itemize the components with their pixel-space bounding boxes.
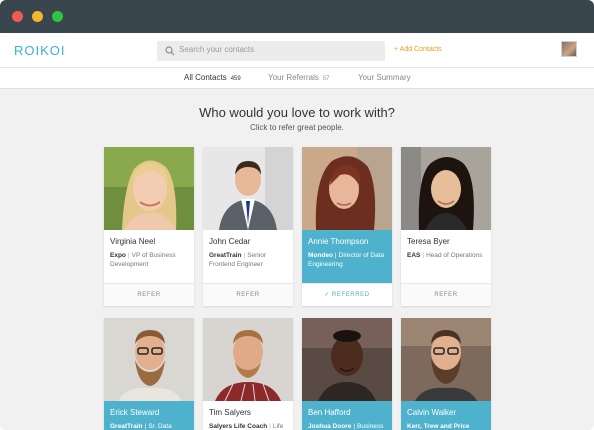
contact-name: Teresa Byer [407,237,450,246]
app-window: ROIKOI Search your contacts + Add Contac… [0,0,594,430]
contact-role: EAS | Head of Operations [407,252,483,259]
contact-title: Head of Operations [426,252,483,259]
contact-role: GreatTrain | Sr. Data [110,423,172,430]
contact-name: Tim Salyers [209,408,251,417]
contact-photo [401,318,491,401]
contact-title: Business [357,423,384,430]
contact-card[interactable]: Tim Salyers Salyers Life Coach | Life [203,318,293,430]
contact-company: Kerr, Trew and Price [407,423,470,430]
app-header: ROIKOI Search your contacts + Add Contac… [0,33,594,68]
contact-card[interactable]: Calvin Walker Kerr, Trew and Price [401,318,491,430]
referred-label: REFERRED [331,292,370,298]
contact-photo [302,318,392,401]
refer-label: REFER [236,292,260,298]
contact-info: Virginia Neel Expo | VP of Business Develo… [104,230,194,283]
contact-role: Expo | VP of Business Development [110,252,176,268]
contact-name: Calvin Walker [407,408,457,417]
contact-card[interactable]: Erick Steward GreatTrain | Sr. Data [104,318,194,430]
logo[interactable]: ROIKOI [14,43,66,58]
tab-count: 57 [322,76,330,82]
contact-info: John Cedar GreatTrain | Senior Frontend En… [203,230,293,283]
contact-name: Annie Thompson [308,237,369,246]
contact-company: Expo [110,252,126,259]
contact-company: Mondeo [308,252,333,259]
contact-photo [203,147,293,230]
contact-photo [104,318,194,401]
minimize-window-button[interactable] [32,11,43,22]
contact-card[interactable]: Annie Thompson Mondeo | Director of Data E… [302,147,392,306]
contact-info: Annie Thompson Mondeo | Director of Data E… [302,230,392,283]
refer-button[interactable]: REFER [104,283,194,306]
zoom-window-button[interactable] [52,11,63,22]
contact-photo [104,147,194,230]
contact-title: Sr. Data [148,423,172,430]
contact-photo [203,318,293,401]
contact-card[interactable]: John Cedar GreatTrain | Senior Frontend En… [203,147,293,306]
contact-company: EAS [407,252,421,259]
avatar[interactable] [561,41,577,57]
contact-info: Erick Steward GreatTrain | Sr. Data [104,401,194,430]
contact-name: Erick Steward [110,408,160,417]
search-input[interactable]: Search your contacts [157,41,385,61]
refer-label: REFER [137,292,161,298]
tab-label: Your Summary [358,73,411,82]
contact-name: Ben Hafford [308,408,351,417]
referred-status[interactable]: ✓ REFERRED [302,283,392,306]
page-subtitle: Click to refer great people. [250,123,344,132]
contact-info: Ben Hafford Joshua Doore | Business [302,401,392,430]
contact-card[interactable]: Teresa Byer EAS | Head of Operations REFER [401,147,491,306]
contact-company: Salyers Life Coach [209,423,268,430]
contact-card[interactable]: Ben Hafford Joshua Doore | Business [302,318,392,430]
add-contacts-link[interactable]: + Add Contacts [394,46,442,53]
search-icon [165,46,175,56]
check-icon: ✓ [324,292,330,298]
contact-company: Joshua Doore [308,423,352,430]
contact-role: Joshua Doore | Business [308,423,384,430]
contact-role: GreatTrain | Senior Frontend Engineer [209,252,267,268]
contact-company: GreatTrain [110,423,143,430]
contact-photo [401,147,491,230]
tab-label: Your Referrals [268,73,319,82]
contact-company: GreatTrain [209,252,242,259]
search-placeholder: Search your contacts [179,45,255,54]
tab-label: All Contacts [184,73,227,82]
contact-role: Kerr, Trew and Price [407,422,487,430]
refer-button[interactable]: REFER [401,283,491,306]
contact-info: Calvin Walker Kerr, Trew and Price [401,401,491,430]
page-title: Who would you love to work with? [199,105,395,120]
contact-name: Virginia Neel [110,237,156,246]
tab-your-referrals[interactable]: Your Referrals 57 [268,73,330,82]
contact-name: John Cedar [209,237,251,246]
contact-info: Teresa Byer EAS | Head of Operations [401,230,491,283]
tab-all-contacts[interactable]: All Contacts 459 [184,73,241,82]
refer-button[interactable]: REFER [203,283,293,306]
tab-count: 459 [230,76,241,82]
tab-your-summary[interactable]: Your Summary [358,73,411,82]
close-window-button[interactable] [12,11,23,22]
tab-bar: All Contacts 459 Your Referrals 57 Your Su… [0,68,594,89]
contact-title: Life [272,423,284,430]
refer-label: REFER [434,292,458,298]
contact-info: Tim Salyers Salyers Life Coach | Life [203,401,293,430]
contact-photo [302,147,392,230]
contact-role: Mondeo | Director of Data Engineering [308,252,385,268]
contact-card[interactable]: Virginia Neel Expo | VP of Business Develo… [104,147,194,306]
window-titlebar [0,0,594,33]
contact-role: Salyers Life Coach | Life [209,423,284,430]
